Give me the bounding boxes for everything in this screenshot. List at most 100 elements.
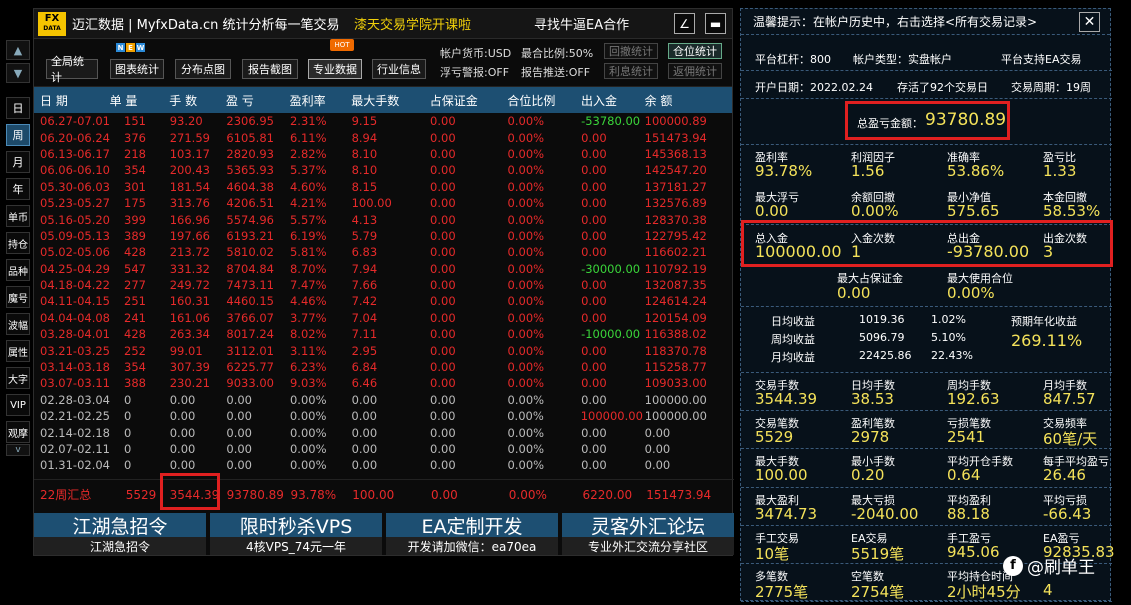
- edit-icon[interactable]: ∠: [674, 13, 695, 34]
- minimize-icon[interactable]: ▬: [705, 13, 726, 34]
- scroll-down-icon[interactable]: ▼: [6, 63, 30, 83]
- open-date: 开户日期：2022.02.24: [755, 81, 873, 94]
- tab-volatility[interactable]: 波幅: [6, 313, 30, 335]
- table-row[interactable]: 06.13-06.17 218 103.17 2820.93 2.82% 8.10 0.00…: [34, 146, 732, 162]
- promo-vps[interactable]: 限时秒杀VPS 4核VPS_74元一年: [210, 513, 382, 557]
- table-cell: 0.00%: [507, 442, 545, 456]
- ea-cooperation-link[interactable]: 寻找牛逼EA合作: [534, 14, 629, 33]
- tab-month[interactable]: 月: [6, 151, 30, 173]
- table-row[interactable]: 05.30-06.03 301 181.54 4604.38 4.60% 8.15 0.00…: [34, 179, 732, 195]
- summary-balance: 151473.94: [646, 487, 712, 502]
- tab-magic[interactable]: 魔号: [6, 286, 30, 308]
- table-row[interactable]: 05.09-05.13 389 197.66 6193.21 6.19% 5.79 0.00…: [34, 228, 732, 244]
- col-pl[interactable]: 盈 亏: [218, 92, 284, 109]
- col-lots[interactable]: 手 数: [160, 92, 218, 109]
- earning-label: 月均收益: [771, 351, 815, 364]
- col-deposit-withdraw[interactable]: 出入金: [573, 92, 643, 109]
- table-cell: -30000.00: [581, 261, 641, 276]
- table-row[interactable]: 04.11-04.15 251 160.31 4460.15 4.46% 7.42 0.00…: [34, 293, 732, 309]
- academy-promo-link[interactable]: 漆天交易学院开课啦: [354, 14, 471, 33]
- table-cell: 6.11%: [289, 130, 327, 145]
- report-screenshot-button[interactable]: 报告截图: [242, 59, 298, 79]
- table-cell: 0.00: [581, 425, 607, 440]
- col-max-lots[interactable]: 最大手数: [346, 92, 424, 109]
- interest-stats-button[interactable]: 利息统计: [604, 63, 658, 79]
- table-cell: 9033.00: [226, 376, 274, 391]
- tab-position[interactable]: 持仓: [6, 232, 30, 254]
- table-row[interactable]: 05.02-05.06 428 213.72 5810.02 5.81% 6.83 0.00…: [34, 244, 732, 260]
- table-row[interactable]: 04.04-04.08 241 161.06 3766.07 3.77% 7.04 0.00…: [34, 310, 732, 326]
- table-row[interactable]: 06.27-07.01 151 93.20 2306.95 2.31% 9.15 0.00 0…: [34, 113, 732, 129]
- table-row[interactable]: 05.23-05.27 175 313.76 4206.51 4.21% 100.00 0.…: [34, 195, 732, 211]
- report-push[interactable]: 报告推送:OFF: [521, 64, 590, 80]
- table-cell: 0.00: [226, 442, 252, 456]
- tab-attribute[interactable]: 属性: [6, 340, 30, 362]
- table-cell: 05.30-06.03: [40, 179, 110, 194]
- watermark: f @刷单王: [1003, 553, 1095, 578]
- close-icon[interactable]: ✕: [1079, 12, 1100, 32]
- table-cell: 213.72: [169, 245, 210, 260]
- table-row[interactable]: 03.28-04.01 428 263.34 8017.24 8.02% 7.11 0.00…: [34, 326, 732, 342]
- tab-year[interactable]: 年: [6, 178, 30, 200]
- table-cell: 0.00: [430, 212, 456, 227]
- drawdown-stats-button[interactable]: 回撤统计: [604, 43, 658, 59]
- table-cell: 151: [124, 114, 146, 129]
- trade-stats-row: 最大手数 100.00 最小手数 0.20 平均开仓手数 0.64 每手平均盈亏 26.46: [741, 449, 1112, 488]
- tab-observe[interactable]: 观摩: [6, 421, 30, 443]
- promo-forum[interactable]: 灵客外汇论坛 专业外汇交流分享社区: [562, 513, 734, 557]
- earning-value: 5.10%: [931, 331, 966, 344]
- total-pl-section: 总盈亏金额： 93780.89: [741, 99, 1112, 145]
- table-cell: 0.00: [351, 392, 378, 407]
- summary-label: 22周汇总: [40, 488, 92, 502]
- table-cell: 307.39: [169, 360, 210, 375]
- col-profit-rate[interactable]: 盈利率: [284, 92, 347, 109]
- rebate-stats-button[interactable]: 返佣统计: [668, 63, 722, 79]
- scroll-up-icon[interactable]: ▲: [6, 40, 30, 60]
- col-balance[interactable]: 余 额: [643, 92, 732, 109]
- float-loss-alert[interactable]: 浮亏警报:OFF: [440, 64, 509, 80]
- table-row[interactable]: 02.28-03.04 0 0.00 0.00 0.00% 0.00 0.00 0.00% 0.…: [34, 392, 732, 408]
- pro-data-button[interactable]: 专业数据: [308, 59, 362, 79]
- table-cell: 6.83: [351, 245, 378, 260]
- table-cell: 388: [124, 376, 146, 391]
- table-row[interactable]: 04.18-04.22 277 249.72 7473.11 7.47% 7.66 0.00…: [34, 277, 732, 293]
- promo-recruit[interactable]: 江湖急招令 江湖急招令: [34, 513, 206, 557]
- tab-vip[interactable]: VIP: [6, 394, 30, 416]
- chevron-down-icon[interactable]: v: [6, 444, 30, 456]
- industry-info-button[interactable]: 行业信息: [372, 59, 426, 79]
- col-orders[interactable]: 单 量: [104, 92, 161, 109]
- table-row[interactable]: 02.21-02.25 0 0.00 0.00 0.00% 0.00 0.00 0.00% 10…: [34, 408, 732, 424]
- max-margin-value: 0.00: [837, 284, 871, 302]
- table-row[interactable]: 04.25-04.29 547 331.32 8704.84 8.70% 7.94 0.00…: [34, 261, 732, 277]
- table-row[interactable]: 03.21-03.25 252 99.01 3112.01 3.11% 2.95 0.00 0…: [34, 342, 732, 358]
- table-cell: 5574.96: [226, 212, 274, 227]
- promo-ea-dev-sub: 开发请加微信：ea70ea: [386, 537, 558, 555]
- stat-value: 2978: [851, 428, 890, 447]
- tab-day[interactable]: 日: [6, 97, 30, 119]
- table-cell: 116388.02: [644, 327, 707, 342]
- col-position-ratio[interactable]: 合位比例: [499, 92, 573, 109]
- table-row[interactable]: 03.14-03.18 354 307.39 6225.77 6.23% 6.84 0.00…: [34, 359, 732, 375]
- table-row[interactable]: 02.07-02.11 0 0.00 0.00 0.00% 0.00 0.00 0.00% 0.…: [34, 441, 732, 457]
- tab-week[interactable]: 周: [6, 124, 30, 146]
- table-row[interactable]: 01.31-02.04 0 0.00 0.00 0.00% 0.00 0.00 0.00% 0.…: [34, 457, 732, 473]
- tab-single-currency[interactable]: 单币: [6, 205, 30, 227]
- table-row[interactable]: 03.07-03.11 388 230.21 9033.00 9.03% 6.46 0.00…: [34, 375, 732, 391]
- table-row[interactable]: 02.14-02.18 0 0.00 0.00 0.00% 0.00 0.00 0.00% 0.…: [34, 424, 732, 440]
- tab-large-font[interactable]: 大字: [6, 367, 30, 389]
- chart-stats-button[interactable]: 图表统计: [110, 59, 164, 79]
- table-row[interactable]: 05.16-05.20 399 166.96 5574.96 5.57% 4.13 0.00…: [34, 211, 732, 227]
- lots-highlight-box: [160, 473, 220, 510]
- tab-symbol[interactable]: 品种: [6, 259, 30, 281]
- table-row[interactable]: 06.06-06.10 354 200.43 5365.93 5.37% 8.10 0.00…: [34, 162, 732, 178]
- promo-ea-dev[interactable]: EA定制开发 开发请加微信：ea70ea: [386, 513, 558, 557]
- col-date[interactable]: 日 期: [34, 92, 104, 109]
- weibo-icon: f: [1003, 555, 1023, 576]
- col-margin[interactable]: 占保证金: [424, 92, 500, 109]
- global-stats-button[interactable]: 全局统计: [46, 55, 98, 84]
- table-header: 日 期 单 量 手 数 盈 亏 盈利率 最大手数 占保证金 合位比例 出入金 余…: [34, 87, 732, 113]
- distribution-chart-button[interactable]: 分布点图: [175, 59, 231, 79]
- position-stats-button[interactable]: 仓位统计: [668, 43, 722, 59]
- table-row[interactable]: 06.20-06.24 376 271.59 6105.81 6.11% 8.94 0.00…: [34, 129, 732, 145]
- table-cell: 0.00: [430, 392, 456, 407]
